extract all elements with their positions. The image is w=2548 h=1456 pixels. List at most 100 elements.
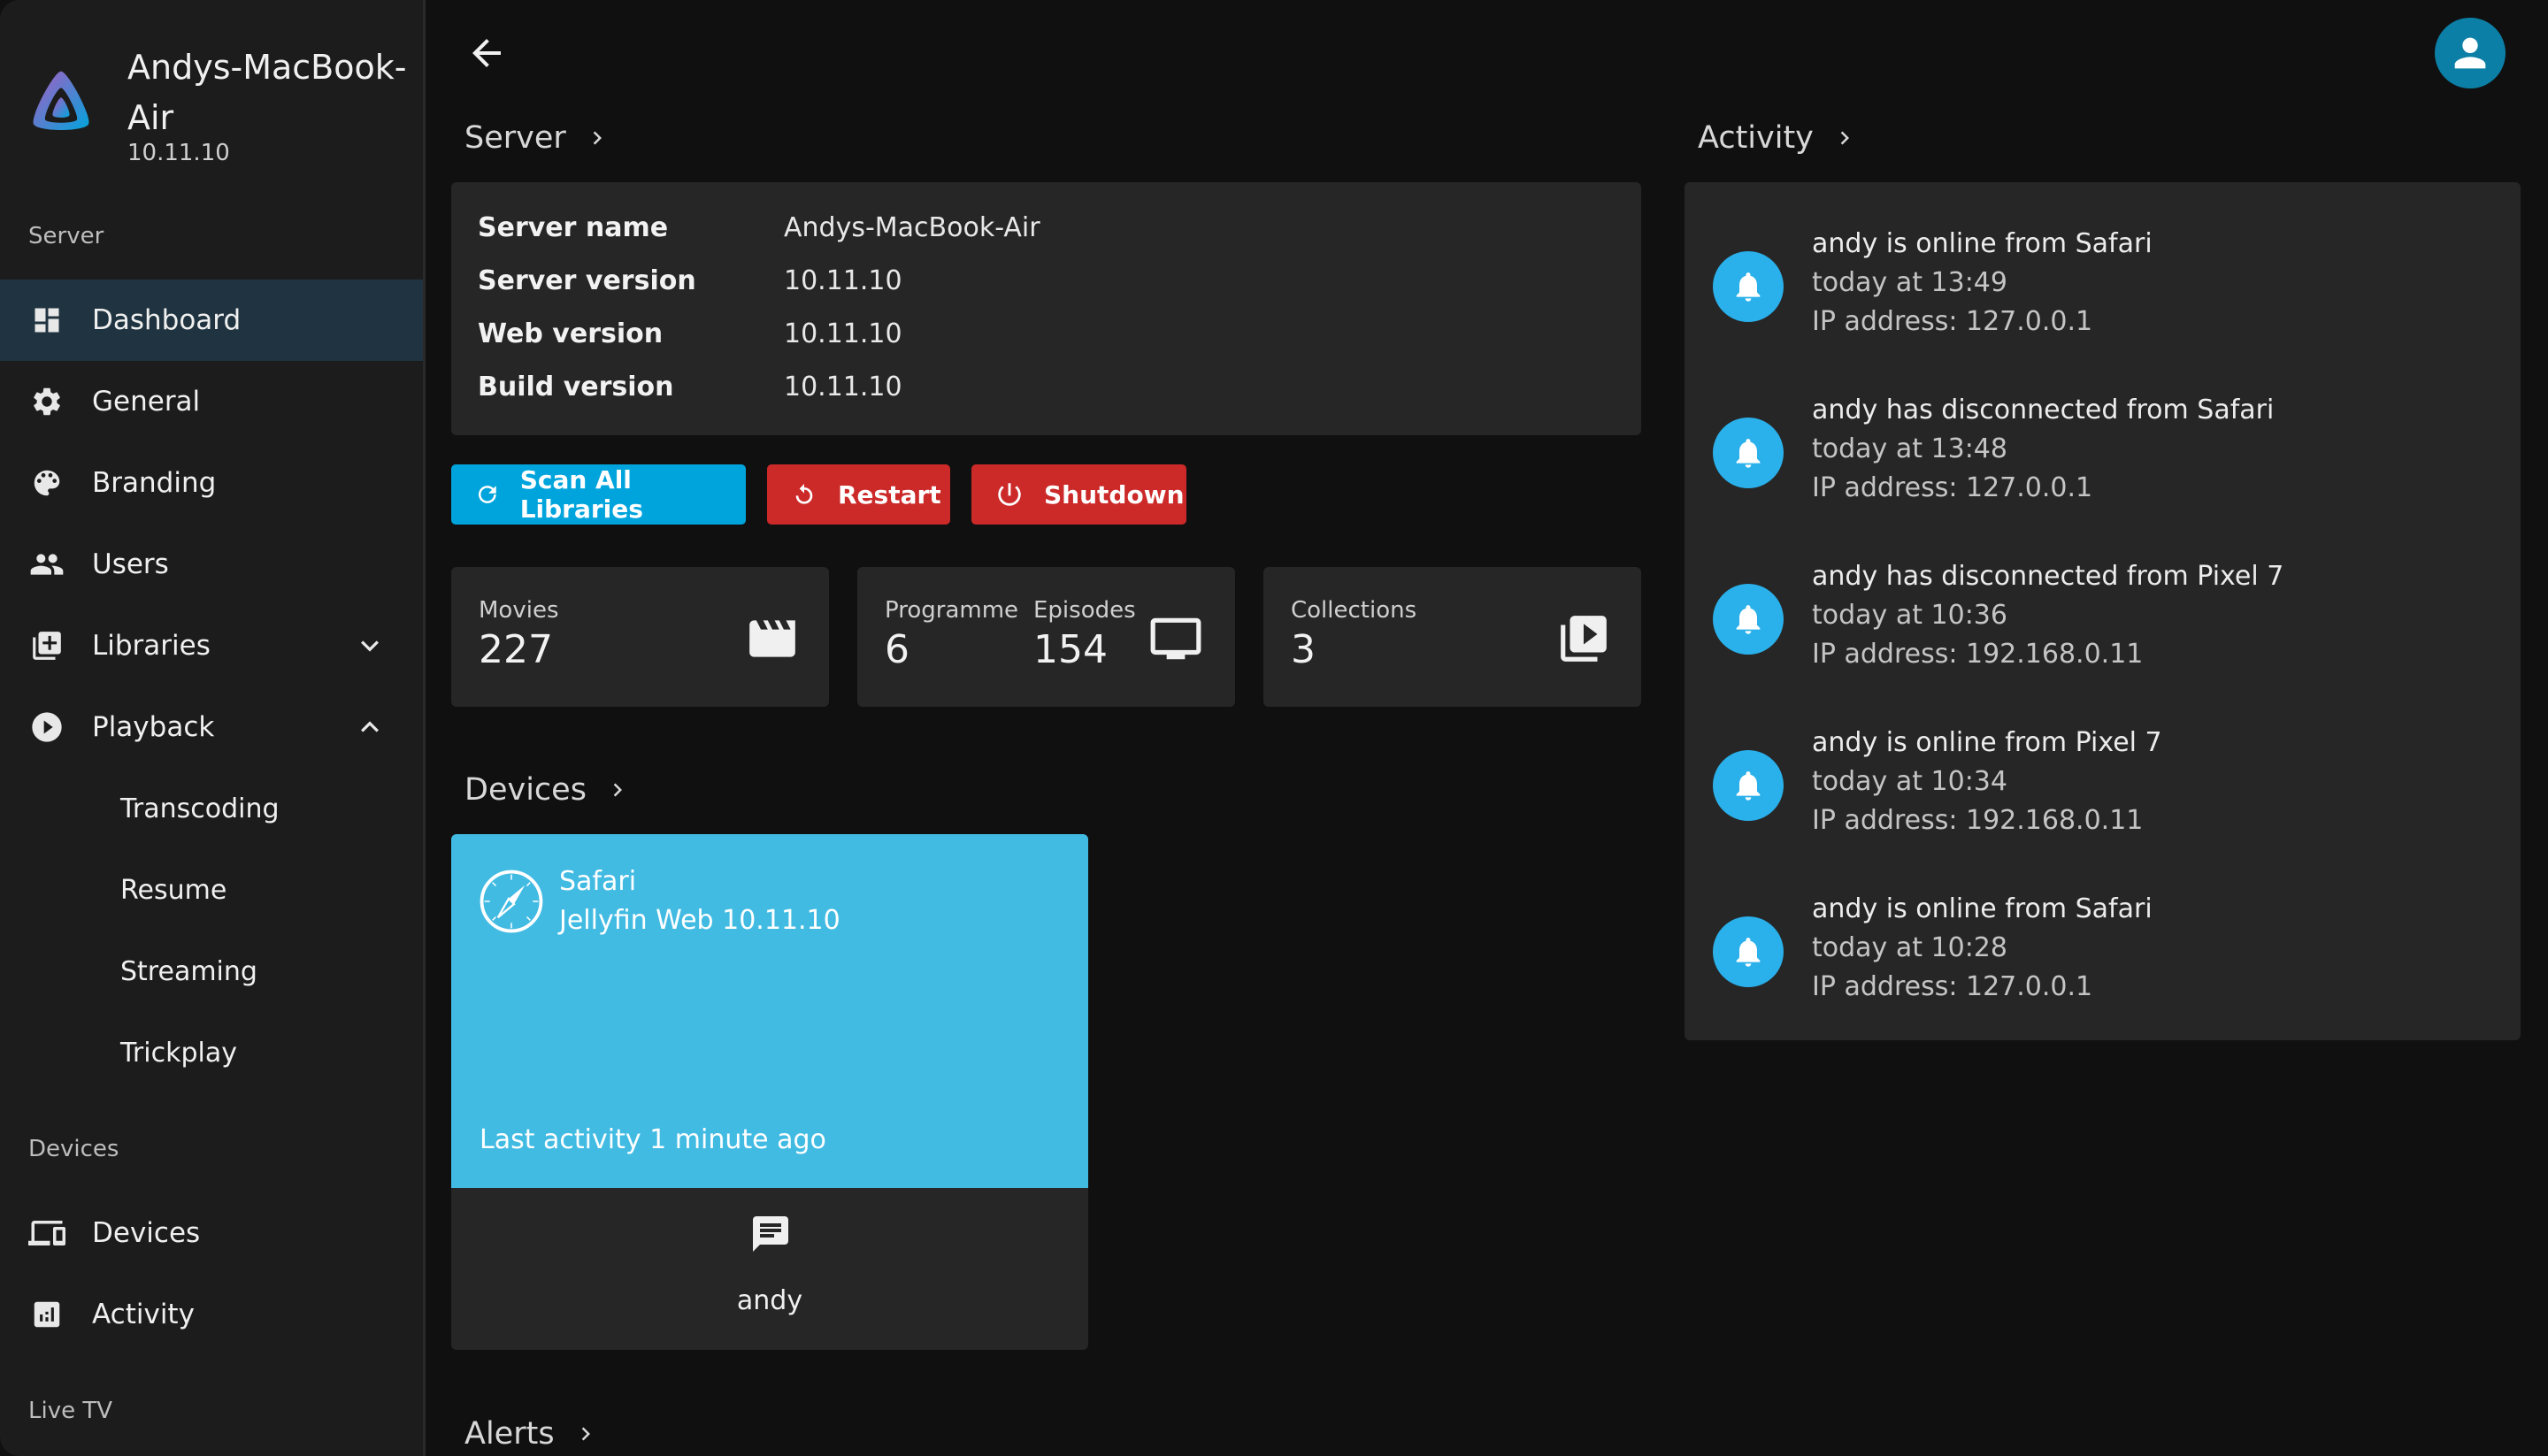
- activity-item[interactable]: andy is online from Safari today at 10:2…: [1685, 883, 2521, 1033]
- activity-time: today at 13:48: [1812, 433, 2007, 464]
- programme-label: Programme: [885, 597, 1019, 624]
- activity-ip: IP address: 127.0.0.1: [1812, 971, 2093, 1002]
- tv-stat-card[interactable]: Programme 6 Episodes 154: [857, 567, 1235, 707]
- jellyfin-logo-icon: [33, 71, 89, 130]
- server-info-key: Server name: [478, 212, 669, 243]
- activity-ip: IP address: 192.168.0.11: [1812, 805, 2144, 836]
- activity-time: today at 10:28: [1812, 932, 2007, 963]
- activity-item[interactable]: andy is online from Safari today at 13:4…: [1685, 218, 2521, 368]
- sidebar-item-activity[interactable]: Activity: [0, 1274, 423, 1355]
- alerts-section-link[interactable]: Alerts: [464, 1416, 599, 1452]
- activity-item[interactable]: andy has disconnected from Pixel 7 today…: [1685, 550, 2521, 701]
- sidebar-subitem-streaming[interactable]: Streaming: [120, 956, 257, 987]
- server-info-value: Andys-MacBook-Air: [784, 212, 1040, 243]
- section-label-devices: Devices: [28, 1136, 119, 1162]
- brand[interactable]: Andys-MacBook-Air 10.11.10: [27, 41, 407, 173]
- activity-list: andy is online from Safari today at 13:4…: [1685, 182, 2521, 1040]
- device-card-header[interactable]: Safari Jellyfin Web 10.11.10 Last activi…: [451, 834, 1088, 1188]
- episodes-count: 154: [1033, 627, 1108, 672]
- palette-icon: [28, 464, 65, 502]
- activity-title: andy has disconnected from Pixel 7: [1812, 561, 2284, 592]
- chevron-down-icon[interactable]: [352, 628, 388, 663]
- server-info-key: Build version: [478, 372, 674, 402]
- chevron-up-icon[interactable]: [352, 709, 388, 745]
- section-label-livetv: Live TV: [28, 1398, 113, 1424]
- activity-time: today at 10:36: [1812, 600, 2007, 631]
- devices-section-link[interactable]: Devices: [464, 772, 631, 808]
- device-last-activity: Last activity 1 minute ago: [480, 1124, 826, 1155]
- sidebar-item-devices[interactable]: Devices: [0, 1192, 423, 1274]
- sidebar-item-label: Playback: [92, 711, 215, 743]
- activity-ip: IP address: 127.0.0.1: [1812, 472, 2093, 503]
- section-label-server: Server: [28, 223, 104, 249]
- scan-all-libraries-button[interactable]: Scan All Libraries: [451, 464, 746, 525]
- people-icon: [28, 546, 65, 583]
- library-add-icon: [28, 627, 65, 664]
- device-card[interactable]: Safari Jellyfin Web 10.11.10 Last activi…: [451, 834, 1088, 1350]
- activity-time: today at 10:34: [1812, 766, 2007, 797]
- movies-stat-card[interactable]: Movies 227: [451, 567, 829, 707]
- programme-count: 6: [885, 627, 909, 672]
- server-version: 10.11.10: [127, 140, 230, 166]
- back-arrow-icon[interactable]: [465, 32, 508, 74]
- server-info-value: 10.11.10: [784, 372, 902, 402]
- chevron-right-icon: [1840, 131, 1849, 145]
- app-window: Andys-MacBook-Air 10.11.10 Server Dashbo…: [0, 0, 2548, 1456]
- collections-count: 3: [1291, 627, 1316, 672]
- sidebar-item-libraries[interactable]: Libraries: [0, 605, 423, 686]
- sidebar-subitem-trickplay[interactable]: Trickplay: [120, 1038, 237, 1069]
- sidebar-item-playback[interactable]: Playback: [0, 686, 423, 768]
- device-user: andy: [736, 1285, 803, 1316]
- sidebar-item-label: Users: [92, 548, 169, 580]
- devices-section-title: Devices: [464, 772, 587, 808]
- device-name: Safari: [559, 866, 637, 897]
- user-avatar-button[interactable]: [2435, 18, 2506, 88]
- shutdown-button[interactable]: Shutdown: [971, 464, 1186, 525]
- notification-bell-icon: [1713, 750, 1784, 821]
- tv-icon: [1150, 617, 1201, 660]
- sidebar-item-label: Activity: [92, 1299, 195, 1330]
- collections-stat-card[interactable]: Collections 3: [1263, 567, 1641, 707]
- notification-bell-icon: [1713, 418, 1784, 488]
- sidebar: Andys-MacBook-Air 10.11.10 Server Dashbo…: [0, 0, 426, 1456]
- scan-button-label: Scan All Libraries: [519, 465, 643, 524]
- message-icon[interactable]: [749, 1213, 792, 1255]
- activity-item[interactable]: andy is online from Pixel 7 today at 10:…: [1685, 717, 2521, 867]
- server-info-card: Server name Andys-MacBook-Air Server ver…: [451, 182, 1641, 435]
- restart-button[interactable]: Restart: [767, 464, 950, 525]
- sidebar-item-label: General: [92, 386, 201, 418]
- activity-section-title: Activity: [1698, 120, 1814, 156]
- restart-button-label: Restart: [838, 479, 941, 510]
- person-icon: [2454, 37, 2486, 69]
- sidebar-subitem-transcoding[interactable]: Transcoding: [120, 793, 280, 824]
- sidebar-subitem-resume[interactable]: Resume: [120, 875, 226, 906]
- shutdown-button-label: Shutdown: [1044, 479, 1185, 510]
- sidebar-item-general[interactable]: General: [0, 361, 423, 442]
- video-library-icon: [1561, 616, 1607, 662]
- safari-compass-icon: [480, 870, 543, 933]
- activity-title: andy has disconnected from Safari: [1812, 395, 2275, 425]
- activity-section-link[interactable]: Activity: [1698, 120, 1858, 156]
- sidebar-item-dashboard[interactable]: Dashboard: [0, 280, 423, 361]
- device-client: Jellyfin Web 10.11.10: [559, 905, 840, 936]
- server-name: Andys-MacBook-Air: [127, 48, 407, 137]
- power-icon: [998, 483, 1021, 506]
- activity-title: andy is online from Safari: [1812, 228, 2153, 259]
- activity-item[interactable]: andy has disconnected from Safari today …: [1685, 384, 2521, 534]
- activity-ip: IP address: 192.168.0.11: [1812, 639, 2144, 670]
- episodes-label: Episodes: [1033, 597, 1136, 624]
- gear-icon: [28, 383, 65, 420]
- server-section-link[interactable]: Server: [464, 120, 610, 156]
- server-info-key: Web version: [478, 318, 664, 349]
- sidebar-item-label: Devices: [92, 1217, 201, 1249]
- sidebar-item-users[interactable]: Users: [0, 524, 423, 605]
- analytics-icon: [28, 1296, 65, 1333]
- sidebar-item-branding[interactable]: Branding: [0, 442, 423, 524]
- refresh-icon: [478, 486, 496, 503]
- movies-label: Movies: [479, 597, 559, 624]
- play-circle-icon: [28, 709, 65, 746]
- notification-bell-icon: [1713, 584, 1784, 655]
- dashboard-icon: [28, 302, 65, 339]
- chevron-right-icon: [613, 783, 622, 797]
- activity-time: today at 13:49: [1812, 267, 2007, 298]
